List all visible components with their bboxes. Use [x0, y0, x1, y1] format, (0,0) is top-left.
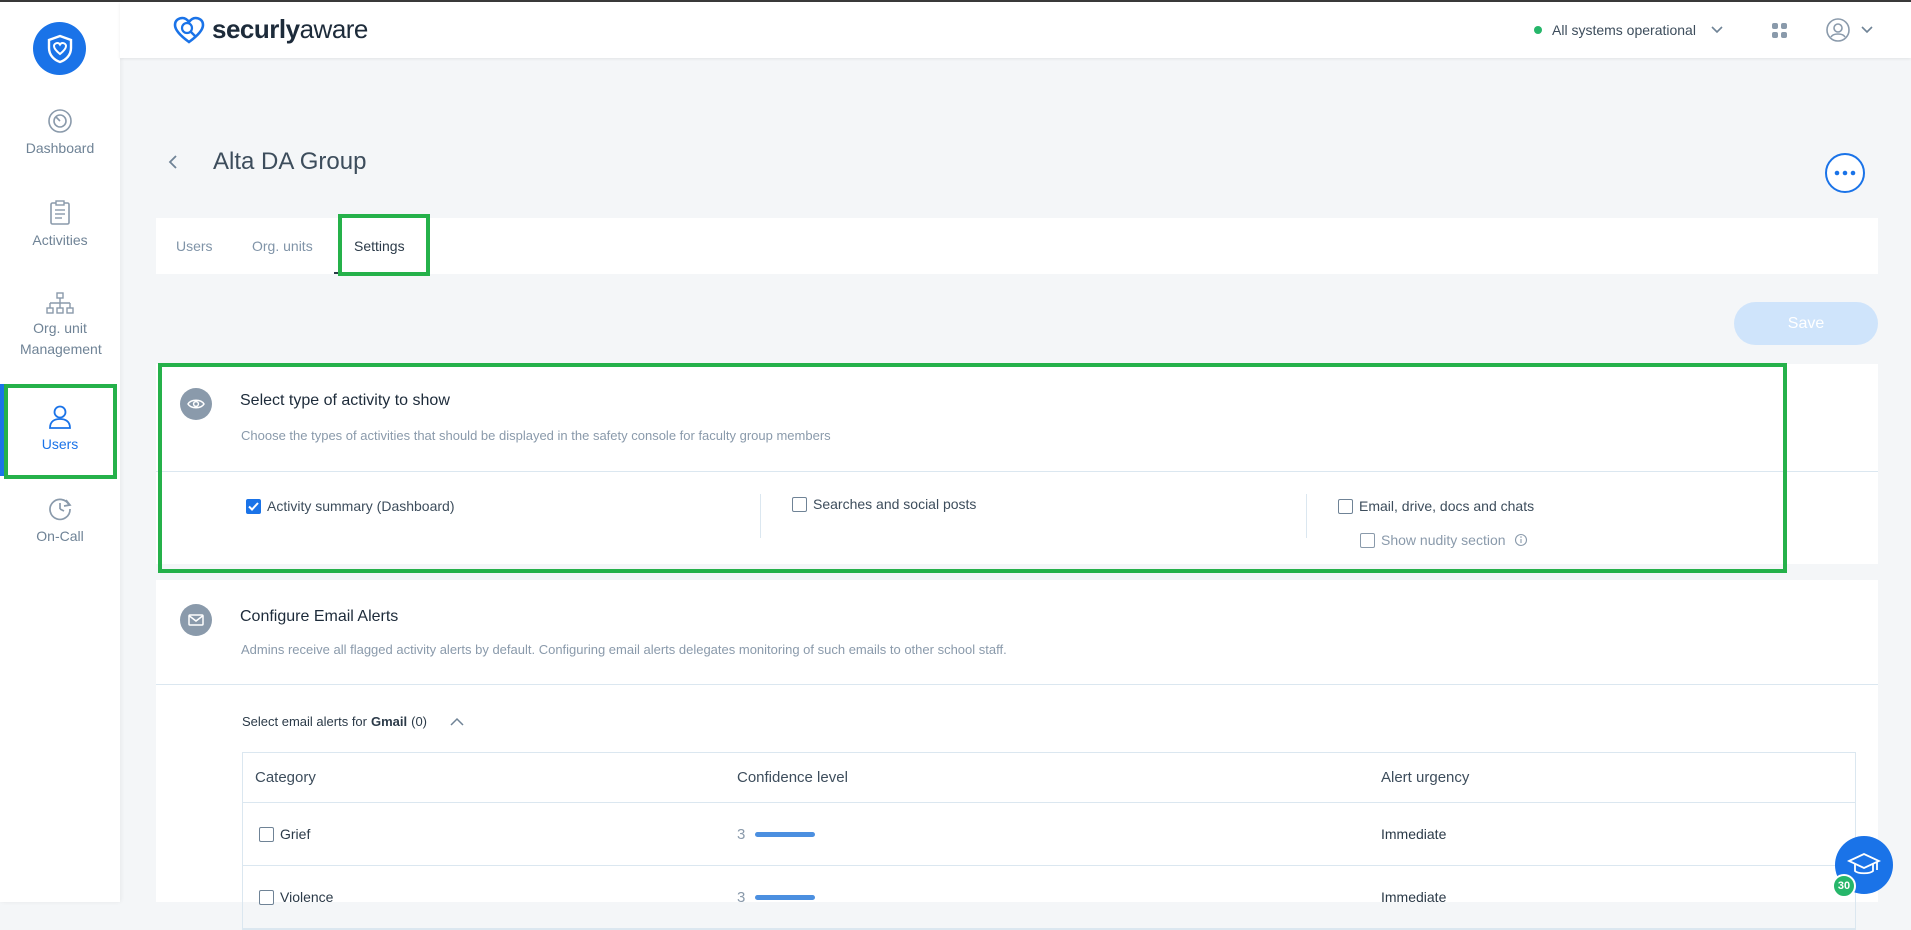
section-divider	[156, 684, 1878, 685]
section-description: Choose the types of activities that shou…	[241, 428, 831, 443]
apps-grid-icon	[1772, 23, 1787, 38]
confidence-value: 3	[737, 888, 746, 906]
checkbox-box[interactable]	[1338, 498, 1353, 514]
help-badge: 30	[1832, 874, 1856, 898]
email-alerts-table: Category Confidence level Alert urgency …	[242, 752, 1856, 930]
sidebar-item-label: Dashboard	[25, 140, 95, 156]
urgency-cell[interactable]: Immediate	[1381, 803, 1446, 865]
checkbox-label: Show nudity section	[1381, 532, 1506, 548]
email-alert-selector: Select email alerts for Gmail (0)	[242, 714, 465, 729]
checkbox-box[interactable]	[246, 498, 261, 514]
section-title: Configure Email Alerts	[240, 608, 399, 625]
mail-icon	[188, 614, 204, 626]
provider-name: Gmail	[371, 714, 408, 729]
clipboard-icon	[50, 200, 70, 225]
header-category: Category	[255, 769, 316, 786]
back-button[interactable]	[163, 148, 183, 176]
section-divider	[156, 471, 1878, 472]
confidence-slider[interactable]	[755, 894, 816, 900]
confidence-cell: 3	[737, 803, 816, 865]
section-icon-badge	[180, 604, 212, 636]
save-button[interactable]: Save	[1734, 302, 1878, 345]
category-cell[interactable]: Grief	[259, 803, 310, 865]
more-horizontal-icon	[1834, 170, 1856, 176]
sidebar: Dashboard Activities Org. unit Managemen…	[0, 2, 120, 902]
org-chart-icon	[46, 292, 74, 314]
selector-prefix: Select email alerts for	[242, 714, 367, 729]
app-logo[interactable]	[33, 22, 86, 75]
more-options-button[interactable]	[1825, 153, 1865, 193]
column-separator	[1306, 494, 1307, 538]
sidebar-item-label: Activities	[32, 232, 88, 248]
section-icon-badge	[180, 388, 212, 420]
sidebar-item-on-call[interactable]: On-Call	[0, 496, 120, 544]
header-confidence: Confidence level	[737, 769, 848, 786]
info-icon[interactable]	[1514, 533, 1528, 547]
checkbox-label: Activity summary (Dashboard)	[267, 498, 455, 514]
brand-name-light: aware	[299, 14, 369, 44]
dashboard-gauge-icon	[48, 109, 72, 133]
alert-count: (0)	[411, 714, 428, 729]
tab-org-units[interactable]: Org. units	[252, 238, 313, 254]
section-title: Select type of activity to show	[240, 392, 450, 409]
checkbox-box[interactable]	[259, 826, 274, 842]
section-description: Admins receive all flagged activity aler…	[241, 642, 1007, 657]
column-separator	[760, 494, 761, 538]
apps-grid-button[interactable]	[1768, 19, 1792, 43]
show-nudity-checkbox[interactable]: Show nudity section	[1360, 532, 1528, 548]
sidebar-item-label: Org. unit Management	[20, 320, 102, 357]
confidence-cell: 3	[737, 866, 816, 928]
tab-bar: Users Org. units Settings	[156, 214, 1878, 276]
category-label: Violence	[280, 889, 334, 905]
email-drive-docs-checkbox[interactable]: Email, drive, docs and chats	[1338, 498, 1534, 514]
checkbox-box[interactable]	[792, 496, 807, 512]
searches-social-checkbox[interactable]: Searches and social posts	[792, 496, 976, 512]
sidebar-item-users[interactable]: Users	[0, 404, 120, 452]
tab-settings[interactable]: Settings	[354, 238, 405, 254]
table-header: Category Confidence level Alert urgency	[243, 753, 1855, 803]
sidebar-item-label: Users	[41, 436, 79, 452]
category-cell[interactable]: Violence	[259, 866, 333, 928]
graduation-cap-icon	[1847, 853, 1881, 875]
sidebar-item-label: On-Call	[36, 528, 84, 544]
user-icon	[49, 405, 71, 429]
activity-summary-checkbox[interactable]: Activity summary (Dashboard)	[246, 498, 455, 514]
user-menu-button[interactable]	[1824, 16, 1874, 44]
table-row: Grief 3 Immediate	[243, 803, 1855, 866]
brand-logo[interactable]: securly aware	[172, 14, 368, 45]
checkbox-label: Searches and social posts	[813, 496, 977, 512]
heart-brand-icon	[173, 16, 205, 44]
checkmark-icon	[248, 501, 259, 511]
confidence-value: 3	[737, 825, 746, 843]
tab-users[interactable]: Users	[176, 238, 213, 254]
table-row: Violence 3 Immediate	[243, 866, 1855, 929]
activity-type-card: Select type of activity to show Choose t…	[156, 364, 1878, 564]
status-dot	[1534, 26, 1542, 34]
eye-icon	[187, 399, 205, 409]
chevron-left-icon	[168, 155, 177, 169]
urgency-cell[interactable]: Immediate	[1381, 866, 1446, 928]
chevron-up-icon[interactable]	[449, 717, 465, 727]
checkbox-box[interactable]	[1360, 532, 1375, 548]
header-urgency: Alert urgency	[1381, 769, 1470, 786]
brand-name-bold: securly	[212, 14, 300, 44]
shield-heart-icon	[47, 34, 72, 63]
email-alerts-card: Configure Email Alerts Admins receive al…	[156, 580, 1878, 930]
on-call-clock-icon	[49, 498, 72, 521]
status-text: All systems operational	[1552, 22, 1696, 38]
sidebar-item-org-unit-management[interactable]: Org. unit Management	[0, 292, 120, 360]
top-bar: securly aware All systems operational	[120, 2, 1911, 58]
chevron-down-icon	[1711, 26, 1723, 34]
category-label: Grief	[280, 826, 311, 842]
page-title: Alta DA Group	[213, 148, 367, 175]
chevron-down-icon	[1861, 26, 1873, 34]
sidebar-item-activities[interactable]: Activities	[0, 200, 120, 248]
checkbox-label: Email, drive, docs and chats	[1359, 498, 1535, 514]
sidebar-item-dashboard[interactable]: Dashboard	[0, 108, 120, 156]
account-circle-icon	[1826, 18, 1850, 42]
active-tab-underline	[334, 272, 374, 274]
system-status[interactable]: All systems operational	[1534, 22, 1724, 38]
confidence-slider[interactable]	[755, 831, 816, 837]
checkbox-box[interactable]	[259, 889, 274, 905]
